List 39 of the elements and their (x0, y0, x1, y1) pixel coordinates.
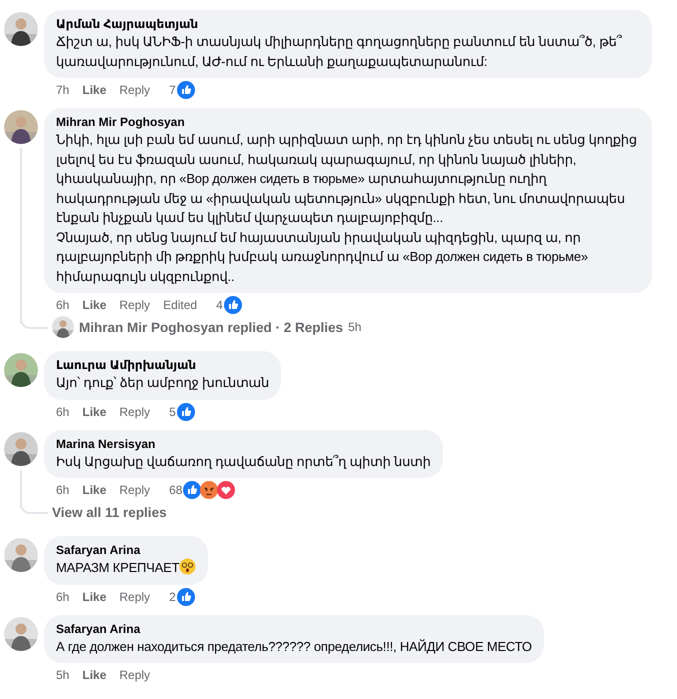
author-name[interactable]: Marina Nersisyan (56, 436, 431, 452)
view-replies-link[interactable]: View all 11 replies (48, 504, 167, 520)
replies-link[interactable]: Mihran Mir Poghosyan replied · 2 Replies (48, 316, 344, 338)
author-name[interactable]: Mihran Mir Poghosyan (56, 114, 640, 130)
reaction-count[interactable]: 68 (169, 483, 182, 497)
author-name[interactable]: Լաուրա Ամիրխանյան (56, 357, 270, 373)
reaction-count[interactable]: 4 (216, 298, 223, 312)
comment-text: Իսկ Արցախը վաճառող դավաճանը որտե՞ղ պիտի նստի (56, 452, 431, 471)
timestamp: 5h (348, 320, 362, 334)
reaction-count[interactable]: 5 (169, 404, 176, 418)
timestamp[interactable]: 5h (56, 668, 70, 682)
comment-text: А где должен находиться предатель?????? определись!!!, НАЙДИ СВОЕ МЕСТО (56, 638, 532, 656)
like-link[interactable]: Like (82, 298, 106, 312)
reply-link[interactable]: Reply (119, 83, 150, 97)
comment-text: Այո՝ դուք՝ ձեր ամբողջ խունտան (56, 374, 270, 392)
edited-label: Edited (163, 298, 198, 312)
like-link[interactable]: Like (82, 404, 106, 418)
reply-link[interactable]: Reply (119, 668, 150, 682)
timestamp[interactable]: 7h (56, 83, 70, 97)
timestamp[interactable]: 6h (56, 404, 70, 418)
comment-text: МАРАЗМ КРЕПЧАЕТ (56, 558, 196, 578)
like-link[interactable]: Like (82, 668, 106, 682)
timestamp[interactable]: 6h (56, 483, 70, 497)
like-link[interactable]: Like (82, 590, 106, 604)
reply-link[interactable]: Reply (119, 404, 150, 418)
reply-link[interactable]: Reply (119, 298, 150, 312)
timestamp[interactable]: 6h (56, 298, 70, 312)
comment-text: Ճիշտ ա, իսկ ԱՆԻՖ-ի տասնյակ միլիարդները գողացողները բանտում են նստա՞ծ, թե՞ կառավարությունում, ԱԺ-ում ու Երևանի քաղաքապետարանում: (56, 33, 623, 71)
timestamp[interactable]: 6h (56, 590, 70, 604)
reply-link[interactable]: Reply (119, 590, 150, 604)
author-name[interactable]: Արման Հայրապետյան (56, 16, 640, 32)
author-name[interactable]: Safaryan Arina (56, 620, 532, 636)
reaction-count[interactable]: 2 (169, 590, 176, 604)
reaction-count[interactable]: 7 (169, 83, 176, 97)
like-link[interactable]: Like (82, 483, 106, 497)
comment-text: Նիկի, հլա լսի բան եմ ասում, արի պրիզնատ արի, որ էդ կինոն չես տեսել ու սենց կողքից լսելով ես էս ֆռազան ասում, հակառակ պարագայում, որ կինոն նայած լինեիր, կհասկանայիր, որ «Вор должен сидеть в тюрьме» արտահայտությունը ուղիղ հակադրության մեջ ա «իրավական պետություն» սկզբունքի հետ, նու մոտավորապես էնքան ինչքան կամ ես կլինեմ վարչապետ դալբայոբիզմը... Չնայած, որ սենց նայում եմ հայաստանյան իրավական պիզդեցին, պարզ ա, որ դալբայոբների մի թռքրիկ խմբակ առաջնորդվում ա «Вор должен сидеть в тюрьме» հիմարագույն սկզբունքով.. (56, 131, 638, 286)
reply-link[interactable]: Reply (119, 483, 150, 497)
author-name[interactable]: Safaryan Arina (56, 542, 196, 558)
like-link[interactable]: Like (82, 83, 106, 97)
